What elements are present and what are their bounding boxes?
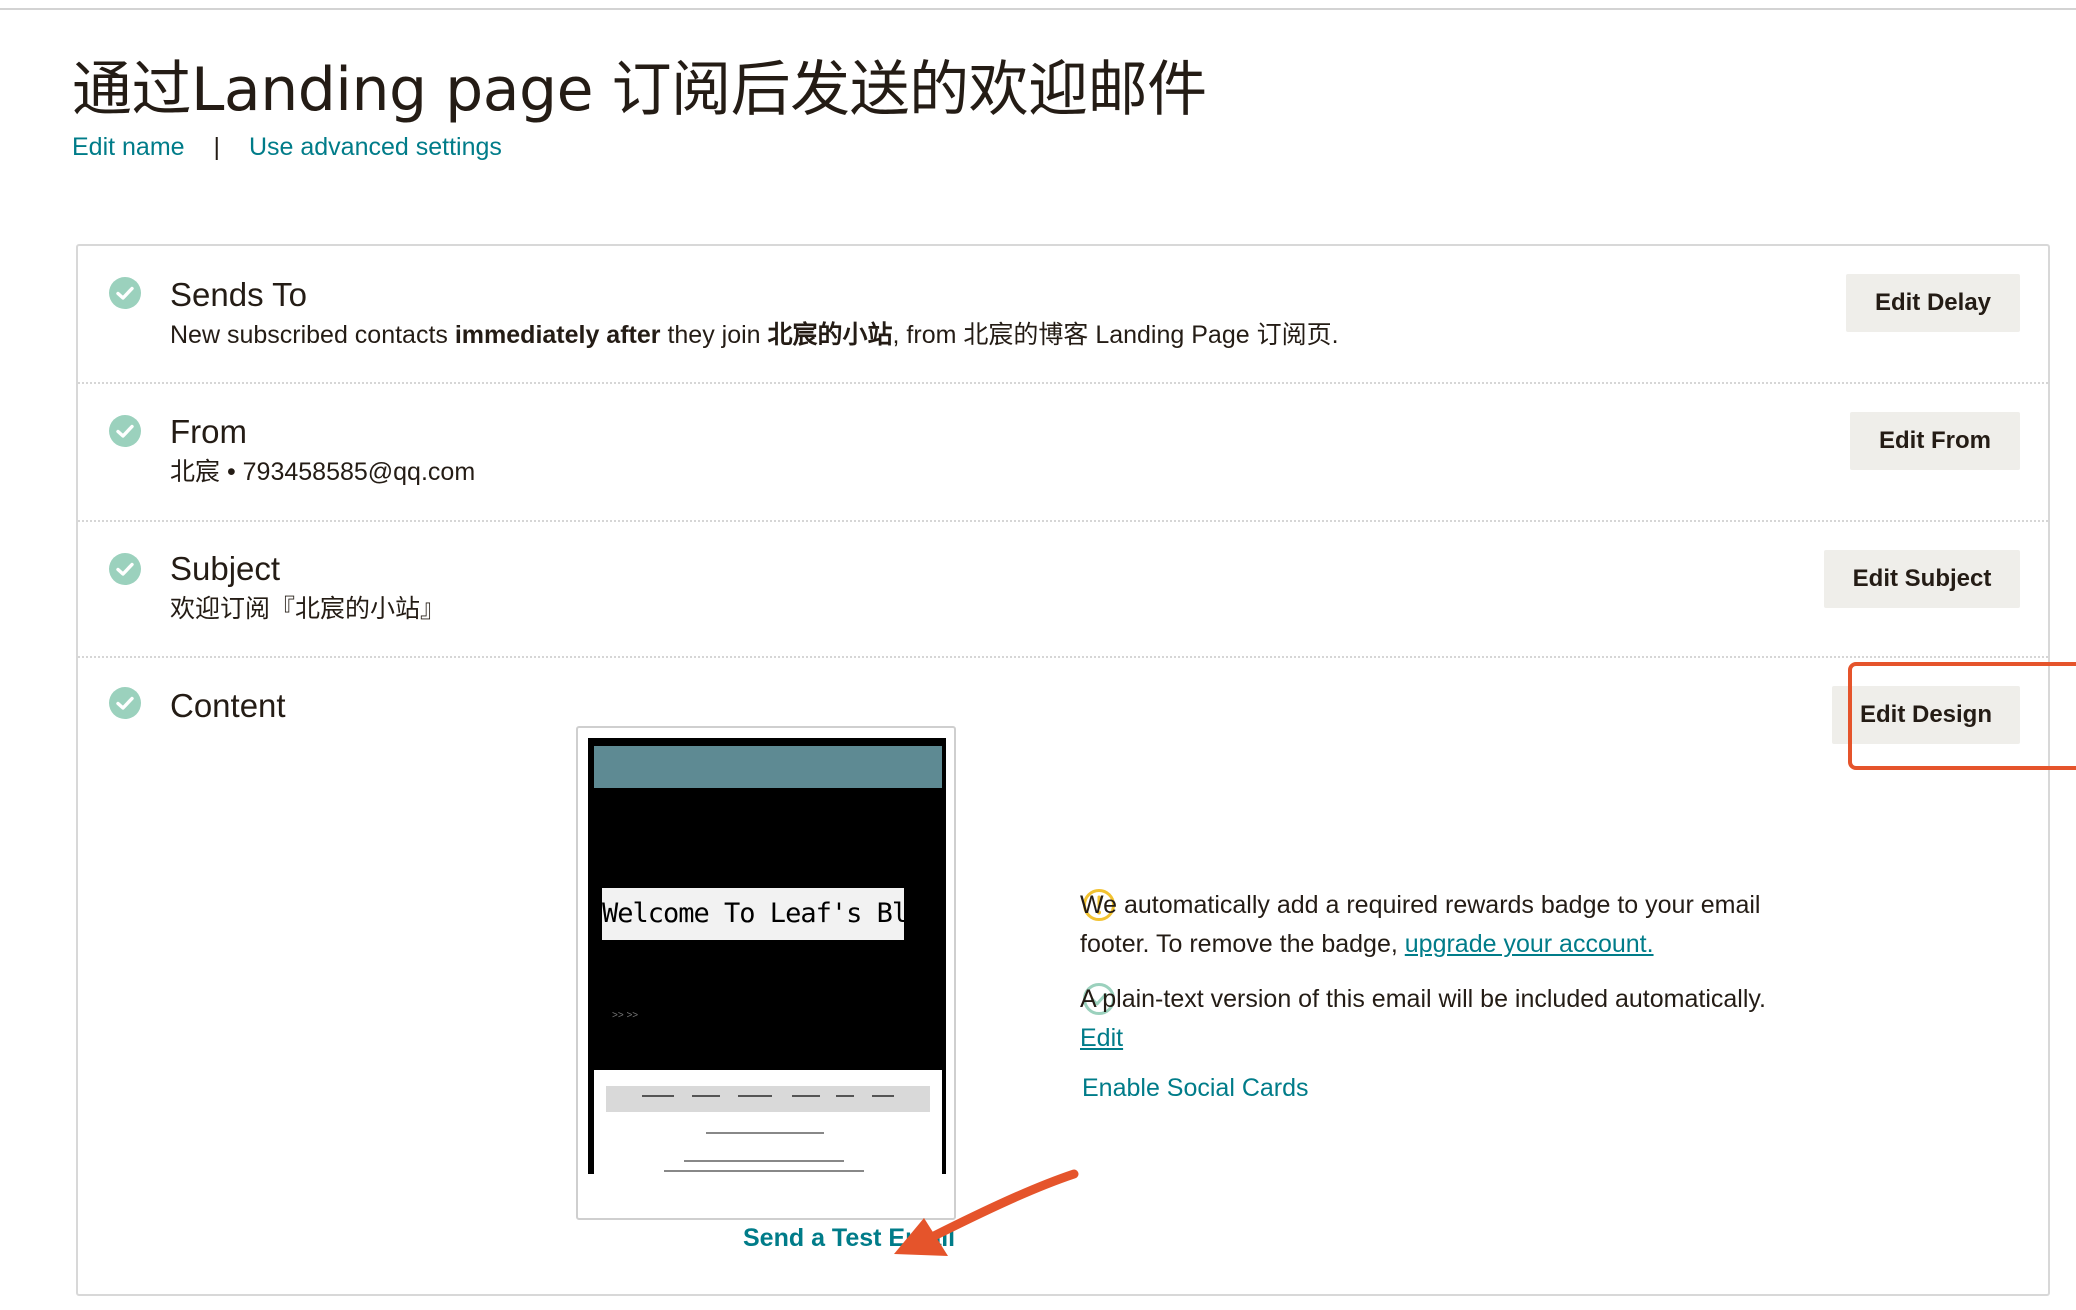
preview-social-links xyxy=(606,1086,930,1112)
sends-to-description: New subscribed contacts immediately afte… xyxy=(170,321,1339,349)
preview-link xyxy=(836,1095,854,1097)
sends-to-section: Sends To New subscribed contacts immedia… xyxy=(78,246,2048,382)
edit-design-highlight xyxy=(1848,662,2076,770)
preview-link xyxy=(692,1095,720,1097)
check-circle-icon xyxy=(109,277,141,309)
edit-subject-button[interactable]: Edit Subject xyxy=(1824,550,2020,608)
preview-header-bar xyxy=(594,746,942,788)
subject-title: Subject xyxy=(170,550,281,587)
email-settings-card: Sends To New subscribed contacts immedia… xyxy=(76,244,2076,1296)
annotation-arrow xyxy=(894,1169,1079,1256)
advanced-settings-link[interactable]: Use advanced settings xyxy=(249,133,502,161)
edit-name-link[interactable]: Edit name xyxy=(72,133,185,161)
link-separator: | xyxy=(213,133,221,161)
preview-canvas: Welcome To Leaf's Blog >> >> xyxy=(588,738,946,1174)
top-divider xyxy=(0,8,2076,10)
preview-welcome-banner: Welcome To Leaf's Blog xyxy=(602,888,904,940)
check-circle-icon xyxy=(109,415,141,447)
enable-social-cards-link[interactable]: Enable Social Cards xyxy=(1082,1071,1309,1105)
content-title: Content xyxy=(170,687,286,724)
from-description: 北宸 • 793458585@qq.com xyxy=(170,458,476,486)
page-title: 通过Landing page 订阅后发送的欢迎邮件 xyxy=(72,55,1207,125)
check-circle-icon xyxy=(109,687,141,719)
preview-link xyxy=(738,1095,772,1097)
title-actions: Edit name | Use advanced settings xyxy=(72,130,502,164)
preview-link xyxy=(792,1095,820,1097)
preview-dots: >> >> xyxy=(612,1010,639,1021)
preview-link xyxy=(872,1095,894,1097)
rewards-badge-notice: We automatically add a required rewards … xyxy=(1080,891,1761,958)
subject-description: 欢迎订阅『北宸的小站』 xyxy=(170,595,446,623)
preview-copyright-line xyxy=(706,1132,824,1134)
check-circle-icon xyxy=(109,553,141,585)
preview-link xyxy=(642,1095,674,1097)
email-preview-thumbnail[interactable]: Welcome To Leaf's Blog >> >> xyxy=(576,726,956,1220)
preview-footer-line xyxy=(664,1170,864,1172)
upgrade-account-link[interactable]: upgrade your account. xyxy=(1405,930,1654,958)
from-title: From xyxy=(170,413,247,450)
edit-delay-button[interactable]: Edit Delay xyxy=(1846,274,2020,332)
edit-plaintext-link[interactable]: Edit xyxy=(1080,1024,1123,1052)
edit-from-button[interactable]: Edit From xyxy=(1850,412,2020,470)
from-section: From 北宸 • 793458585@qq.com Edit From xyxy=(78,384,2048,520)
plaintext-notice: A plain-text version of this email will … xyxy=(1080,985,1766,1052)
subject-section: Subject 欢迎订阅『北宸的小站』 Edit Subject xyxy=(78,522,2048,656)
preview-footer-line xyxy=(684,1160,844,1162)
preview-footer xyxy=(594,1070,942,1174)
sends-to-title: Sends To xyxy=(170,276,307,313)
